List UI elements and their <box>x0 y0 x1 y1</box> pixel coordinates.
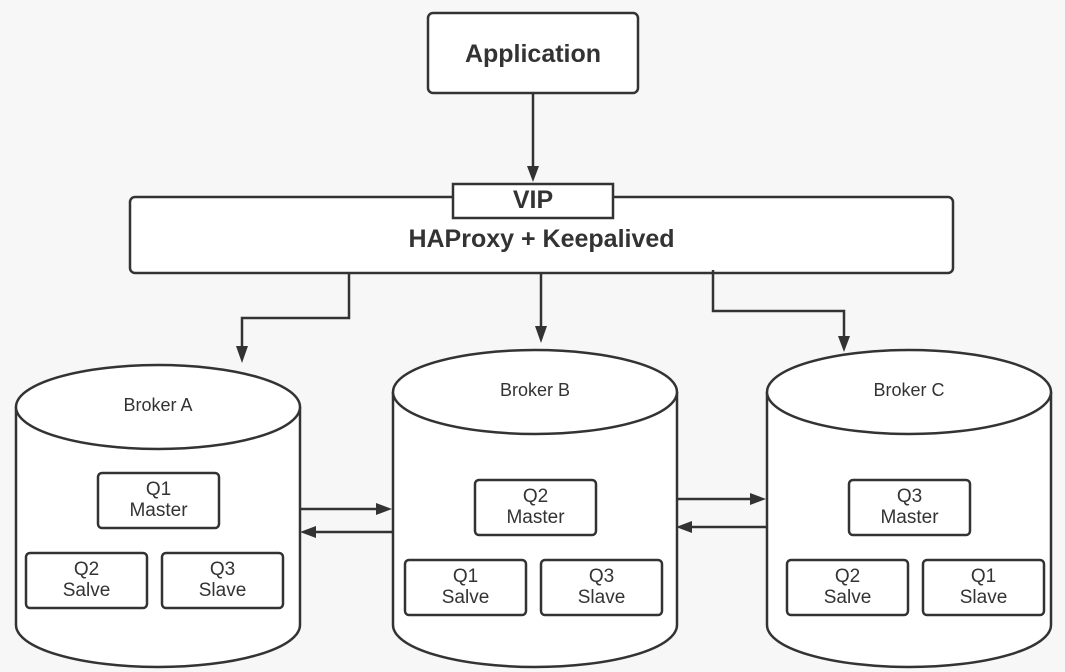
broker-name: Broker A <box>123 395 193 415</box>
queue-role: Master <box>506 507 565 528</box>
queue-role: Salve <box>62 580 111 601</box>
master-queue-label: Q1 Master <box>98 479 219 521</box>
replica-queue-label: Q3 Slave <box>541 566 662 608</box>
queue-name: Q3 <box>896 486 923 507</box>
proxy-label: HAProxy + Keepalived <box>408 225 675 253</box>
arrow-proxy-to-broker-c <box>711 270 846 340</box>
queue-role: Master <box>880 507 939 528</box>
queue-name: Q3 <box>588 566 615 587</box>
replica-queue-label: Q3 Slave <box>162 559 283 601</box>
queue-name: Q1 <box>452 566 479 587</box>
replica-queue-label: Q1 Slave <box>923 566 1044 608</box>
queue-name: Q1 <box>970 566 997 587</box>
queue-name: Q1 <box>145 479 172 500</box>
vip-label: VIP <box>512 186 554 214</box>
master-queue-label: Q2 Master <box>475 486 596 528</box>
replica-queue-label: Q2 Salve <box>787 566 908 608</box>
queue-role: Salve <box>823 587 872 608</box>
application-label: Application <box>464 40 602 68</box>
queue-name: Q3 <box>209 559 236 580</box>
queue-name: Q2 <box>522 486 549 507</box>
arrow-proxy-to-broker-a <box>240 273 351 350</box>
queue-name: Q2 <box>834 566 861 587</box>
broker-name: Broker B <box>499 380 571 400</box>
broker-name: Broker C <box>873 380 945 400</box>
queue-role: Slave <box>198 580 247 601</box>
queue-role: Salve <box>441 587 490 608</box>
queue-role: Slave <box>577 587 626 608</box>
queue-role: Master <box>129 500 188 521</box>
replica-queue-label: Q1 Salve <box>405 566 526 608</box>
queue-name: Q2 <box>73 559 100 580</box>
queue-role: Slave <box>959 587 1008 608</box>
master-queue-label: Q3 Master <box>849 486 970 528</box>
replica-queue-label: Q2 Salve <box>26 559 147 601</box>
